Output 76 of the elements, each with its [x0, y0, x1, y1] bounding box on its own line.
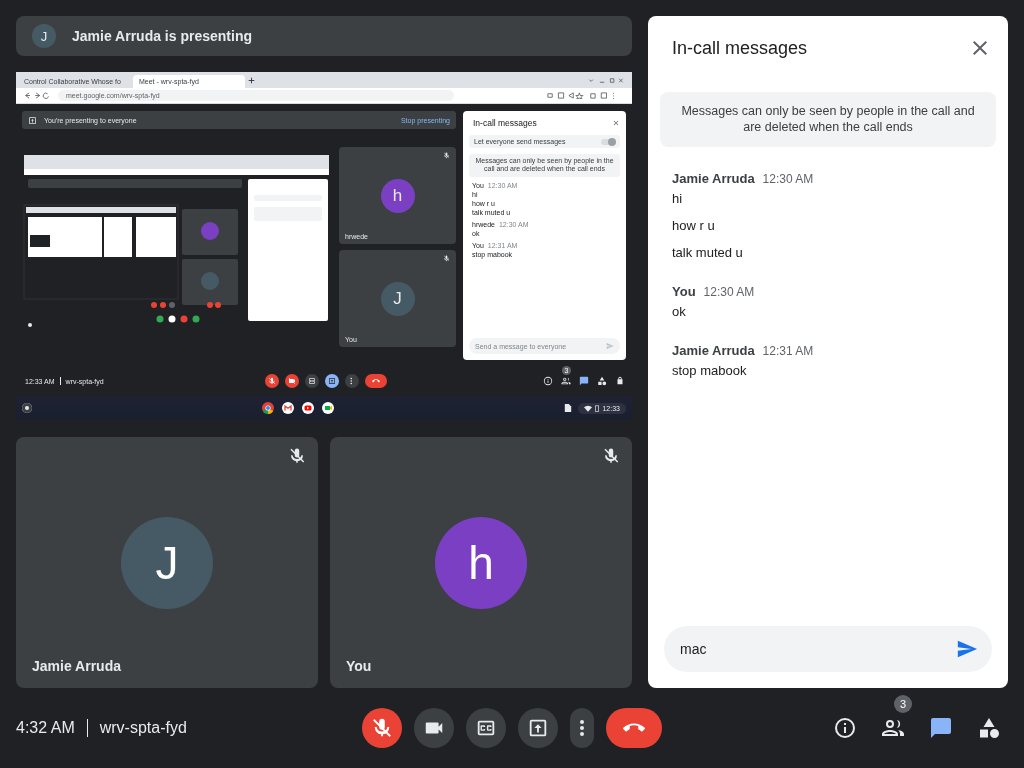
more-dots-icon: [350, 377, 353, 386]
microphone-icon: [267, 377, 276, 386]
camera-button[interactable]: [284, 374, 299, 389]
participant-name: Jamie Arruda: [32, 658, 121, 674]
count-badge: 3: [894, 695, 912, 713]
participant-name: You: [346, 658, 372, 674]
battery-icon: [595, 404, 600, 412]
camera-button[interactable]: [414, 708, 454, 748]
send-icon[interactable]: [956, 638, 978, 660]
meeting-time: 4:32 AM: [16, 719, 75, 737]
message-time: 12:30 AM: [703, 284, 755, 299]
more-dots-icon: [579, 719, 585, 737]
phone-hangup-button[interactable]: [364, 374, 387, 389]
new-tab-icon[interactable]: [248, 76, 255, 84]
wifi-icon: [584, 404, 593, 412]
muted-microphone-icon: [602, 447, 620, 465]
chat-bubble-button[interactable]: [578, 376, 590, 387]
panel-title: In-call messages: [473, 118, 537, 128]
notice-text: Messages can only be seen by people in the call and are deleted when the call ends: [660, 92, 996, 147]
camera-icon: [287, 377, 296, 386]
present-screen-icon: [527, 717, 549, 739]
message-text: stop mabook: [672, 362, 748, 378]
avatar: J: [32, 24, 56, 48]
app-icon[interactable]: [302, 402, 315, 414]
phone-hangup-button[interactable]: [606, 708, 662, 748]
message-text: talk muted u: [672, 244, 744, 260]
message-text: hi: [672, 190, 684, 206]
present-screen-icon: [28, 115, 37, 125]
microphone-button[interactable]: [362, 708, 402, 748]
message-text: ok: [672, 303, 687, 319]
message-time: 12:30 AM: [762, 171, 814, 186]
chat-bubble-icon: [929, 716, 953, 740]
captions-icon: [307, 377, 316, 386]
shapes-icon: [977, 716, 1001, 740]
sender-name: Jamie Arruda: [672, 342, 755, 358]
shapes-icon: [597, 376, 607, 387]
chat-bubble-icon: [579, 376, 589, 387]
microphone-icon: [371, 717, 393, 739]
present-screen-button[interactable]: [324, 374, 339, 389]
sender-name: Jamie Arruda: [672, 170, 755, 186]
microphone-button[interactable]: [264, 374, 279, 389]
app-icon[interactable]: [322, 402, 335, 414]
people-icon: [561, 376, 571, 387]
captions-button[interactable]: [304, 374, 319, 389]
more-dots-button[interactable]: [570, 708, 594, 748]
message-field[interactable]: mac: [664, 626, 992, 672]
muted-microphone-icon: [443, 255, 450, 262]
shapes-button[interactable]: [596, 376, 608, 387]
sender-name: You: [672, 283, 696, 299]
close-icon[interactable]: [612, 119, 620, 127]
info-button[interactable]: [542, 376, 554, 387]
toggle-switch[interactable]: [601, 138, 615, 145]
people-button[interactable]: [560, 376, 572, 387]
avatar: J: [380, 281, 415, 316]
captions-button[interactable]: [466, 708, 506, 748]
message-time: 12:31 AM: [762, 343, 814, 358]
info-icon: [543, 376, 553, 387]
navigation-icon[interactable]: [22, 92, 52, 99]
present-screen-icon: [327, 377, 336, 386]
panel-title: In-call messages: [672, 37, 808, 59]
avatar: h: [380, 178, 415, 213]
muted-microphone-icon: [288, 447, 306, 465]
muted-microphone-icon: [443, 152, 450, 159]
app-icon[interactable]: [282, 402, 295, 414]
file-icon[interactable]: [564, 403, 573, 413]
lock-icon: [615, 376, 625, 387]
present-screen-button[interactable]: [518, 708, 558, 748]
message-text: how r u: [672, 217, 716, 233]
meeting-code: wrv-spta-fyd: [99, 719, 187, 737]
more-dots-button[interactable]: [344, 374, 359, 389]
info-icon: [833, 716, 857, 740]
avatar: h: [435, 516, 527, 609]
launcher-icon[interactable]: [22, 403, 32, 413]
presenter-label: Jamie Arruda is presenting: [72, 28, 252, 44]
avatar: J: [121, 516, 213, 609]
app-icon[interactable]: [262, 402, 275, 414]
